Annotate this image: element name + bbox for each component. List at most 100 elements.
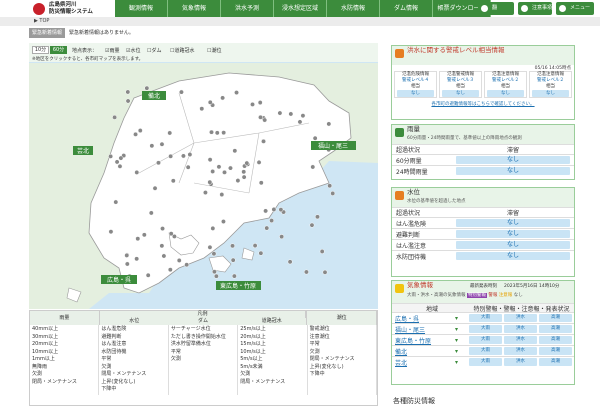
station-marker[interactable] [221, 219, 226, 224]
station-marker[interactable] [288, 111, 294, 117]
station-marker[interactable] [309, 222, 315, 228]
station-marker[interactable] [211, 251, 217, 257]
checkbox-level[interactable]: ☑水位 [126, 47, 141, 54]
station-marker[interactable] [252, 243, 258, 249]
station-marker[interactable] [262, 117, 268, 123]
station-marker[interactable] [137, 128, 143, 133]
station-marker[interactable] [134, 256, 140, 262]
breadcrumb[interactable]: ▶ TOP [0, 17, 600, 26]
water-value-3[interactable]: なし [456, 252, 570, 260]
station-marker[interactable] [214, 130, 220, 136]
station-marker[interactable] [124, 252, 130, 258]
station-marker[interactable] [310, 164, 316, 170]
station-marker[interactable] [152, 185, 158, 191]
station-marker[interactable] [230, 243, 235, 249]
flood-value[interactable]: なし [532, 90, 569, 97]
station-marker[interactable] [222, 169, 227, 175]
station-marker[interactable] [134, 169, 140, 175]
logo-icon[interactable] [33, 3, 45, 15]
station-marker[interactable] [159, 243, 165, 249]
station-marker[interactable] [133, 131, 139, 137]
station-marker[interactable] [263, 208, 269, 214]
evacuation-link[interactable]: 各市町の避難情報等はこちらで確認してください。 [392, 101, 574, 107]
station-marker[interactable] [108, 229, 114, 235]
station-marker[interactable] [148, 210, 154, 216]
station-marker[interactable] [199, 106, 205, 112]
station-marker[interactable] [161, 253, 167, 259]
flood-button[interactable]: 洪水 [504, 314, 537, 322]
station-marker[interactable] [315, 214, 320, 220]
station-marker[interactable] [113, 199, 119, 205]
station-marker[interactable] [327, 183, 333, 189]
station-marker[interactable] [234, 90, 239, 96]
station-marker[interactable] [220, 95, 226, 101]
flood-value[interactable]: なし [397, 90, 434, 97]
station-marker[interactable] [117, 163, 123, 169]
chevron-down-icon[interactable]: ▾ [455, 337, 469, 344]
station-marker[interactable] [187, 152, 193, 157]
station-marker[interactable] [207, 157, 213, 163]
nav-flood-defense[interactable]: 水防情報 [327, 0, 380, 17]
station-marker[interactable] [114, 159, 120, 165]
storm-surge-button[interactable]: 高潮 [539, 314, 572, 322]
station-marker[interactable] [168, 231, 174, 237]
station-marker[interactable] [141, 232, 147, 238]
station-marker[interactable] [221, 130, 227, 136]
station-marker[interactable] [256, 159, 262, 165]
storm-surge-button[interactable]: 高潮 [539, 347, 572, 355]
station-marker[interactable] [159, 141, 165, 147]
heavy-rain-button[interactable]: 大雨 [469, 325, 502, 333]
heavy-rain-button[interactable]: 大雨 [469, 347, 502, 355]
station-marker[interactable] [303, 269, 309, 275]
station-marker[interactable] [210, 169, 216, 174]
station-marker[interactable] [264, 225, 270, 231]
weather-area-link[interactable]: 備北 [392, 347, 455, 356]
station-marker[interactable] [241, 169, 247, 175]
toggle-10min[interactable]: 10分 [32, 46, 49, 54]
station-marker[interactable] [230, 257, 236, 263]
station-marker[interactable] [207, 179, 213, 185]
translate-button[interactable]: 翻訳/Lang [478, 2, 514, 24]
water-value-1[interactable]: なし [456, 230, 570, 238]
rain-value-24[interactable]: なし [456, 167, 570, 175]
station-marker[interactable] [297, 119, 303, 125]
nav-observation[interactable]: 観測情報 [115, 0, 168, 17]
storm-surge-button[interactable]: 高潮 [539, 336, 572, 344]
station-marker[interactable] [213, 273, 219, 279]
station-marker[interactable] [300, 113, 306, 119]
heavy-rain-button[interactable]: 大雨 [469, 358, 502, 366]
station-marker[interactable] [180, 153, 186, 159]
flood-button[interactable]: 洪水 [504, 358, 537, 366]
station-marker[interactable] [250, 101, 255, 107]
flood-button[interactable]: 洪水 [504, 325, 537, 333]
station-marker[interactable] [178, 89, 184, 95]
station-marker[interactable] [118, 155, 124, 161]
chevron-down-icon[interactable]: ▾ [455, 348, 469, 355]
flood-value[interactable]: なし [487, 90, 524, 97]
station-marker[interactable] [232, 148, 238, 154]
station-marker[interactable] [156, 160, 161, 166]
nav-flood-forecast[interactable]: 洪水予測 [221, 0, 274, 17]
station-marker[interactable] [210, 225, 216, 231]
site-title[interactable]: 広島県河川 防災情報システム [49, 2, 93, 15]
menu-button[interactable]: メニュー [556, 2, 594, 15]
station-marker[interactable] [170, 178, 176, 184]
flood-button[interactable]: 洪水 [504, 336, 537, 344]
station-marker[interactable] [211, 269, 217, 275]
station-marker[interactable] [277, 110, 283, 116]
station-marker[interactable] [330, 190, 336, 196]
station-marker[interactable] [167, 130, 173, 136]
water-value-2[interactable]: なし [456, 241, 570, 249]
station-marker[interactable] [112, 114, 118, 120]
chevron-down-icon[interactable]: ▾ [455, 315, 469, 322]
nav-dam[interactable]: ダム情報 [380, 0, 433, 17]
station-marker[interactable] [125, 89, 131, 95]
station-marker[interactable] [135, 236, 141, 242]
water-value-0[interactable]: なし [456, 219, 570, 227]
toggle-60min[interactable]: 60分 [50, 46, 67, 54]
station-marker[interactable] [202, 190, 208, 196]
station-marker[interactable] [261, 138, 266, 144]
station-marker[interactable] [241, 174, 247, 180]
station-marker[interactable] [108, 153, 114, 159]
station-marker[interactable] [279, 234, 285, 240]
